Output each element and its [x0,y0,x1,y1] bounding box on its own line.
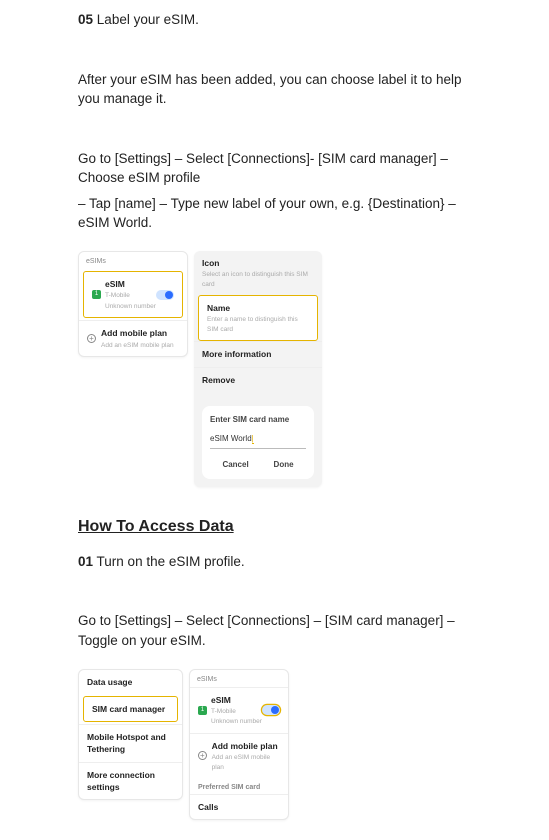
add-plan-row[interactable]: + Add mobile plan Add an eSIM mobile pla… [79,320,187,356]
hotspot-row[interactable]: Mobile Hotspot and Tethering [79,724,182,762]
name-row[interactable]: Name Enter a name to distinguish this SI… [198,295,318,341]
esim-row[interactable]: 1 eSIM T-Mobile Unknown number [83,271,183,318]
plus-icon: + [87,334,96,343]
calls-row[interactable]: Calls [190,794,288,819]
esim-row-2[interactable]: 1 eSIM T-Mobile Unknown number [190,687,288,733]
rename-dialog: Enter SIM card name eSIM World| Cancel D… [202,406,314,479]
para-after-added: After your eSIM has been added, you can … [78,70,471,109]
dialog-title: Enter SIM card name [210,414,306,426]
add-plan-sub: Add an eSIM mobile plan [101,341,174,350]
esims-header: eSIMs [79,252,187,269]
preferred-sim-label: Preferred SIM card [190,778,288,794]
data-usage-row[interactable]: Data usage [79,670,182,694]
sim-indicator-icon: 1 [92,290,101,299]
screenshot-label-esim: eSIMs 1 eSIM T-Mobile Unknown number + [78,251,471,487]
step-01-label: Turn on the eSIM profile. [97,554,245,569]
add-plan-sub-2: Add an eSIM mobile plan [212,753,280,772]
more-info-row[interactable]: More information [194,341,322,366]
remove-row[interactable]: Remove [194,367,322,392]
add-plan-row-2[interactable]: + Add mobile plan Add an eSIM mobile pla… [190,733,288,778]
step-01: 01 Turn on the eSIM profile. [78,552,471,572]
sim-manager-panel-2: eSIMs 1 eSIM T-Mobile Unknown number + [189,669,289,821]
name-row-title: Name [207,302,309,314]
add-plan-title-2: Add mobile plan [212,740,280,752]
step-05-num: 05 [78,12,93,27]
esims-header-2: eSIMs [190,670,288,687]
add-plan-title: Add mobile plan [101,327,174,339]
para-tap-name: – Tap [name] – Type new label of your ow… [78,194,471,233]
more-conn-row[interactable]: More connection settings [79,762,182,800]
sim-manager-panel: eSIMs 1 eSIM T-Mobile Unknown number + [78,251,188,357]
caret-icon: | [252,434,254,444]
esim-detail-panel: Icon Select an icon to distinguish this … [194,251,322,487]
para-toggle-esim: Go to [Settings] – Select [Connections] … [78,611,471,650]
icon-row-title: Icon [202,257,314,269]
para-goto-settings: Go to [Settings] – Select [Connections]-… [78,149,471,188]
esim-carrier: T-Mobile [105,291,156,300]
esim-title-2: eSIM [211,694,262,706]
sim-card-manager-row[interactable]: SIM card manager [83,696,178,722]
plus-icon-2: + [198,751,207,760]
esim-number-2: Unknown number [211,717,262,726]
section-access-data: How To Access Data [78,515,471,538]
esim-title: eSIM [105,278,156,290]
sim-indicator-icon-2: 1 [198,706,207,715]
esim-number: Unknown number [105,302,156,311]
step-05-label: Label your eSIM. [97,12,199,27]
name-row-sub: Enter a name to distinguish this SIM car… [207,315,309,334]
esim-carrier-2: T-Mobile [211,707,262,716]
esim-toggle[interactable] [156,290,174,300]
done-button[interactable]: Done [274,459,294,471]
step-05: 05 Label your eSIM. [78,10,471,30]
sim-name-input[interactable]: eSIM World| [210,431,306,449]
connections-panel: Data usage SIM card manager Mobile Hotsp… [78,669,183,801]
screenshot-toggle-esim: Data usage SIM card manager Mobile Hotsp… [78,669,471,821]
cancel-button[interactable]: Cancel [222,459,248,471]
icon-row-sub: Select an icon to distinguish this SIM c… [202,270,314,289]
step-01-num: 01 [78,554,93,569]
esim-toggle-2[interactable] [262,705,280,715]
